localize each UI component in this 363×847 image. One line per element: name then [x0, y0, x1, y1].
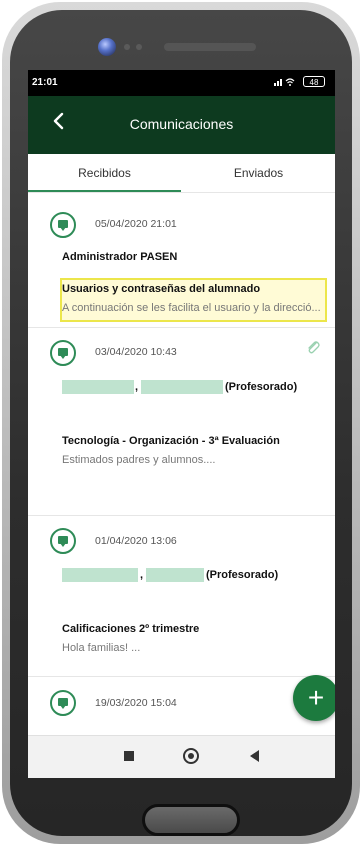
message-date: 03/04/2020 10:43: [95, 346, 177, 358]
message-sender-role: (Profesorado): [225, 381, 298, 393]
separator-comma: ,: [140, 569, 144, 581]
message-subject: Usuarios y contraseñas del alumnado: [62, 283, 261, 295]
chat-bubble-icon: [50, 528, 76, 554]
chat-bubble-icon: [50, 690, 76, 716]
message-preview: Hola familias! ...: [62, 642, 141, 654]
tab-label: Enviados: [233, 166, 284, 180]
tab-recibidos[interactable]: Recibidos: [28, 154, 181, 192]
list-item-message[interactable]: 03/04/2020 10:43 , (Profesorado) Tecnolo…: [28, 328, 335, 516]
add-message-button[interactable]: +: [293, 675, 335, 721]
redacted-name: [62, 568, 138, 582]
page-title: Comunicaciones: [129, 116, 234, 132]
signal-icon: [273, 76, 295, 89]
earpiece-speaker: [164, 43, 256, 51]
sensor-dot: [136, 44, 142, 50]
message-subject: Calificaciones 2º trimestre: [62, 623, 200, 635]
app-screen: 21:01 48 Comunicaciones Recibidos Enviad…: [28, 70, 335, 778]
sensor-dot: [124, 44, 130, 50]
message-sender-role: (Profesorado): [206, 569, 279, 581]
message-preview: Estimados padres y alumnos....: [62, 454, 216, 466]
stage: 21:01 48 Comunicaciones Recibidos Enviad…: [0, 0, 363, 847]
hardware-home-button[interactable]: [142, 804, 240, 836]
separator-comma: ,: [135, 381, 139, 393]
chat-bubble-icon: [50, 340, 76, 366]
status-bar: 21:01 48: [28, 70, 335, 96]
tab-enviados[interactable]: Enviados: [182, 154, 335, 192]
list-item-message[interactable]: 05/04/2020 21:01 Administrador PASEN Usu…: [28, 194, 335, 328]
tab-active-indicator: [28, 190, 181, 192]
redacted-name: [146, 568, 204, 582]
message-sender: Administrador PASEN: [62, 251, 178, 263]
message-date: 05/04/2020 21:01: [95, 218, 177, 230]
redacted-name: [62, 380, 134, 394]
back-triangle-icon[interactable]: [250, 750, 259, 762]
message-date: 01/04/2020 13:06: [95, 535, 177, 547]
status-time: 21:01: [32, 77, 58, 88]
chat-bubble-icon: [50, 212, 76, 238]
tab-label: Recibidos: [78, 166, 131, 180]
home-icon[interactable]: [183, 748, 199, 764]
message-preview: A continuación se les facilita el usuari…: [62, 302, 321, 314]
android-nav-bar: [28, 735, 335, 778]
redacted-name: [141, 380, 223, 394]
tab-bar: Recibidos Enviados: [28, 154, 335, 193]
list-item-message[interactable]: 19/03/2020 15:04: [28, 677, 335, 737]
list-item-message[interactable]: 01/04/2020 13:06 , (Profesorado) Calific…: [28, 516, 335, 677]
battery-icon: 48: [303, 76, 325, 87]
front-camera: [98, 38, 116, 56]
plus-icon: +: [307, 682, 325, 713]
app-bar: Comunicaciones: [28, 96, 335, 154]
message-date: 19/03/2020 15:04: [95, 697, 177, 709]
message-subject: Tecnología - Organización - 3ª Evaluació…: [62, 435, 280, 447]
paperclip-icon: [305, 340, 321, 356]
recents-icon[interactable]: [124, 751, 134, 761]
